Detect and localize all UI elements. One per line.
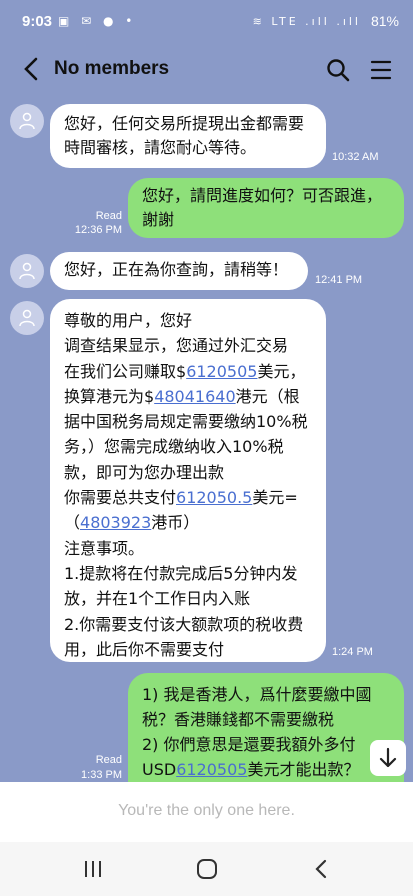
arrow-down-icon [379, 747, 397, 768]
recent-apps-button[interactable] [78, 856, 108, 882]
message-line: 调查结果显示，您通过外汇交易 [64, 336, 289, 356]
recent-apps-icon [85, 861, 101, 877]
amount-link[interactable]: 4803923 [80, 513, 151, 532]
search-button[interactable] [326, 58, 350, 82]
message-line: 尊敬的用户，您好 [64, 311, 193, 330]
scroll-to-bottom-button[interactable] [370, 740, 406, 776]
message-bubble-outgoing[interactable]: 您好，請問進度如何？可否跟進， 謝謝 [128, 178, 404, 238]
message-line: 1) 我是香港人，爲什麼要繳中國 [142, 685, 372, 704]
message-line: 换算港元为$48041640港元（根 [64, 386, 300, 406]
status-bar: 9:03 ▣ ✉ ● • ≋ LTE .ıll .ıll 81% [0, 0, 413, 46]
empty-room-notice: You're the only one here. [118, 802, 295, 819]
status-time: 9:03 [22, 13, 53, 30]
message-line: 1.提款将在付款完成后5分钟内发 [64, 563, 298, 583]
message-bubble-incoming[interactable]: 您好，任何交易所提現出金都需要 時間審核，請您耐心等待。 [50, 104, 326, 168]
chevron-left-icon [315, 859, 327, 879]
signal-icons: ≋ LTE .ıll .ıll [252, 15, 361, 28]
hamburger-menu-icon [370, 60, 392, 80]
message-line: 您好，請問進度如何？可否跟進， [142, 186, 383, 205]
message-time: 12:41 PM [315, 274, 363, 286]
search-icon [327, 59, 350, 82]
message-line: 款，即可为您办理出款 [64, 462, 225, 482]
message-line: 放，并在1个工作日内入账 [64, 589, 251, 609]
message-line: 時間審核，請您耐心等待。 [64, 138, 257, 157]
message-line: 税？香港賺錢都不需要繳税 [142, 710, 335, 729]
chat-header: No members [0, 46, 413, 94]
back-nav-button[interactable] [306, 856, 336, 882]
notification-icons: ▣ ✉ ● • [58, 14, 137, 28]
message-line: 你需要总共支付612050.5美元= [64, 488, 298, 508]
message-bubble-outgoing[interactable]: 1) 我是香港人，爲什麼要繳中國 税？香港賺錢都不需要繳税 2) 你們意思是還要… [128, 673, 404, 793]
battery-level: 81% [370, 13, 399, 29]
home-button[interactable] [192, 856, 222, 882]
system-navigation-bar [0, 842, 413, 896]
user-icon [19, 309, 35, 327]
message-line: 謝謝 [142, 210, 175, 229]
read-receipt: Read [95, 210, 122, 222]
chat-title: No members [54, 58, 170, 79]
amount-link[interactable]: 612050.5 [176, 488, 252, 507]
back-button[interactable] [20, 54, 44, 84]
chat-area[interactable]: 您好，任何交易所提現出金都需要 時間審核，請您耐心等待。 10:32 AM Re… [0, 94, 413, 793]
message-line: 注意事项。 [64, 538, 145, 558]
amount-link[interactable]: 6120505 [176, 760, 247, 779]
message-line: 您好，任何交易所提現出金都需要 [64, 114, 305, 133]
message-line: USD6120505美元才能出款？ [142, 760, 360, 779]
chat-footer: You're the only one here. [0, 782, 413, 842]
message-bubble-incoming[interactable]: 您好，正在為你查詢，請稍等！ [50, 252, 308, 290]
amount-link[interactable]: 6120505 [186, 362, 257, 381]
message-line: 2) 你們意思是還要我額外多付 [142, 735, 356, 754]
message-line: （4803923港币） [64, 513, 200, 533]
message-line: 2.你需要支付该大额款项的税收费 [64, 614, 304, 634]
message-time: 1:33 PM [81, 769, 122, 781]
message-time: 12:36 PM [74, 224, 122, 236]
message-line: 您好，正在為你查詢，請稍等！ [64, 260, 289, 279]
message-time: 10:32 AM [332, 151, 379, 163]
avatar[interactable] [10, 254, 44, 288]
menu-button[interactable] [370, 59, 392, 81]
message-line: 务，）您需完成缴纳收入10%税 [64, 437, 284, 457]
amount-link[interactable]: 48041640 [154, 387, 235, 406]
home-icon [197, 859, 217, 879]
message-bubble-incoming[interactable]: 尊敬的用户，您好 调查结果显示，您通过外汇交易 在我们公司赚取$6120505美… [50, 299, 326, 662]
message-time: 1:24 PM [332, 646, 373, 658]
avatar[interactable] [10, 104, 44, 138]
avatar[interactable] [10, 301, 44, 335]
user-icon [19, 262, 35, 280]
chevron-left-icon [24, 57, 38, 81]
read-receipt: Read [95, 754, 122, 766]
message-line: 用，此后你不需要支付 [64, 639, 225, 659]
user-icon [19, 112, 35, 130]
message-line: 据中国税务局规定需要缴纳10%税 [64, 412, 308, 432]
message-line: 在我们公司赚取$6120505美元， [64, 361, 306, 381]
